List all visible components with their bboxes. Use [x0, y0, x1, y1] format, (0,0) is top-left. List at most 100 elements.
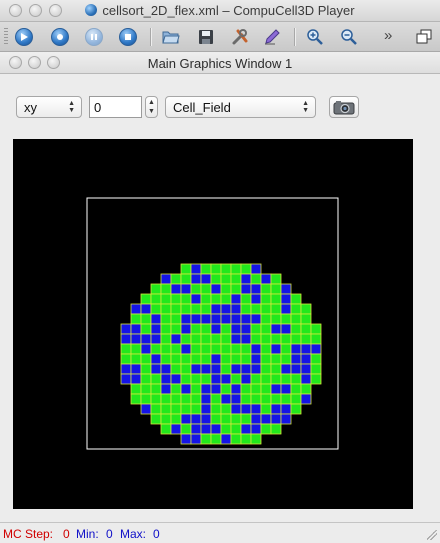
- cell: [210, 413, 222, 425]
- toolbar-grip[interactable]: [4, 28, 8, 46]
- cell: [270, 343, 282, 355]
- cell: [280, 383, 292, 395]
- zoom-in-button[interactable]: [305, 27, 325, 47]
- cell: [200, 313, 212, 325]
- min-value: 0: [106, 527, 113, 541]
- zoom-out-button[interactable]: [339, 27, 359, 47]
- step-button[interactable]: [50, 27, 70, 47]
- cell: [300, 353, 312, 365]
- cell-lattice: [120, 263, 322, 445]
- cell: [180, 323, 192, 335]
- cell: [180, 333, 192, 345]
- resize-grip[interactable]: [427, 530, 437, 540]
- cell: [180, 273, 192, 285]
- slice-position-stepper[interactable]: ▲ ▼: [145, 96, 158, 118]
- mc-step-label: MC Step:: [3, 527, 54, 541]
- cell: [280, 363, 292, 375]
- cell: [170, 353, 182, 365]
- plane-select[interactable]: xy ▲ ▼: [16, 96, 82, 118]
- cell: [240, 413, 252, 425]
- graphics-canvas[interactable]: [13, 139, 413, 509]
- cell: [260, 343, 272, 355]
- cell: [210, 403, 222, 415]
- cell: [140, 313, 152, 325]
- cell: [150, 393, 162, 405]
- cell: [150, 303, 162, 315]
- cell: [160, 313, 172, 325]
- mc-step-value: 0: [63, 527, 70, 541]
- cell: [150, 353, 162, 365]
- cell: [200, 363, 212, 375]
- slice-position-input[interactable]: 0: [89, 96, 142, 118]
- cell: [180, 373, 192, 385]
- cell: [300, 363, 312, 375]
- screenshot-button[interactable]: [329, 96, 359, 118]
- cell: [140, 333, 152, 345]
- run-button[interactable]: [14, 27, 34, 47]
- cell: [120, 363, 132, 375]
- cell: [260, 293, 272, 305]
- tools-button[interactable]: [230, 27, 250, 47]
- cell: [250, 363, 262, 375]
- cell: [200, 323, 212, 335]
- edit-button[interactable]: [262, 27, 282, 47]
- cell: [120, 343, 132, 355]
- stop-button[interactable]: [118, 27, 138, 47]
- toolbar-overflow-button[interactable]: »: [384, 27, 392, 44]
- window-tile-button[interactable]: [414, 27, 434, 47]
- cell: [290, 343, 302, 355]
- cell: [210, 353, 222, 365]
- cell: [220, 323, 232, 335]
- cell: [140, 403, 152, 415]
- cell: [280, 353, 292, 365]
- cell: [220, 373, 232, 385]
- cell: [230, 363, 242, 375]
- cell: [170, 303, 182, 315]
- cell: [220, 263, 232, 275]
- save-button[interactable]: [196, 27, 216, 47]
- pause-button[interactable]: [84, 27, 104, 47]
- cell: [220, 293, 232, 305]
- stop-icon: [119, 28, 137, 46]
- cell: [170, 313, 182, 325]
- cell: [170, 283, 182, 295]
- cell: [260, 413, 272, 425]
- cell: [220, 333, 232, 345]
- cell: [200, 293, 212, 305]
- cell: [240, 323, 252, 335]
- cell: [180, 393, 192, 405]
- open-button[interactable]: [161, 27, 181, 47]
- cell: [190, 433, 202, 445]
- cell: [150, 413, 162, 425]
- cell: [150, 293, 162, 305]
- cell: [140, 343, 152, 355]
- cell: [240, 343, 252, 355]
- cell: [280, 343, 292, 355]
- cell: [250, 273, 262, 285]
- cell: [310, 363, 322, 375]
- cell: [250, 293, 262, 305]
- cell: [210, 423, 222, 435]
- cell: [300, 373, 312, 385]
- cell: [230, 383, 242, 395]
- cell: [160, 353, 172, 365]
- field-select[interactable]: Cell_Field ▲ ▼: [165, 96, 316, 118]
- cell: [290, 323, 302, 335]
- cell: [170, 393, 182, 405]
- cell: [270, 283, 282, 295]
- cell: [180, 303, 192, 315]
- cell: [290, 333, 302, 345]
- cell: [300, 313, 312, 325]
- cell: [130, 363, 142, 375]
- zoom-out-icon: [341, 29, 357, 45]
- run-icon: [15, 28, 33, 46]
- cell: [180, 263, 192, 275]
- cell: [130, 373, 142, 385]
- cell: [190, 403, 202, 415]
- cell: [150, 313, 162, 325]
- cell: [150, 403, 162, 415]
- cell: [280, 373, 292, 385]
- cell: [250, 383, 262, 395]
- cell: [120, 333, 132, 345]
- zoom-in-icon: [307, 29, 323, 45]
